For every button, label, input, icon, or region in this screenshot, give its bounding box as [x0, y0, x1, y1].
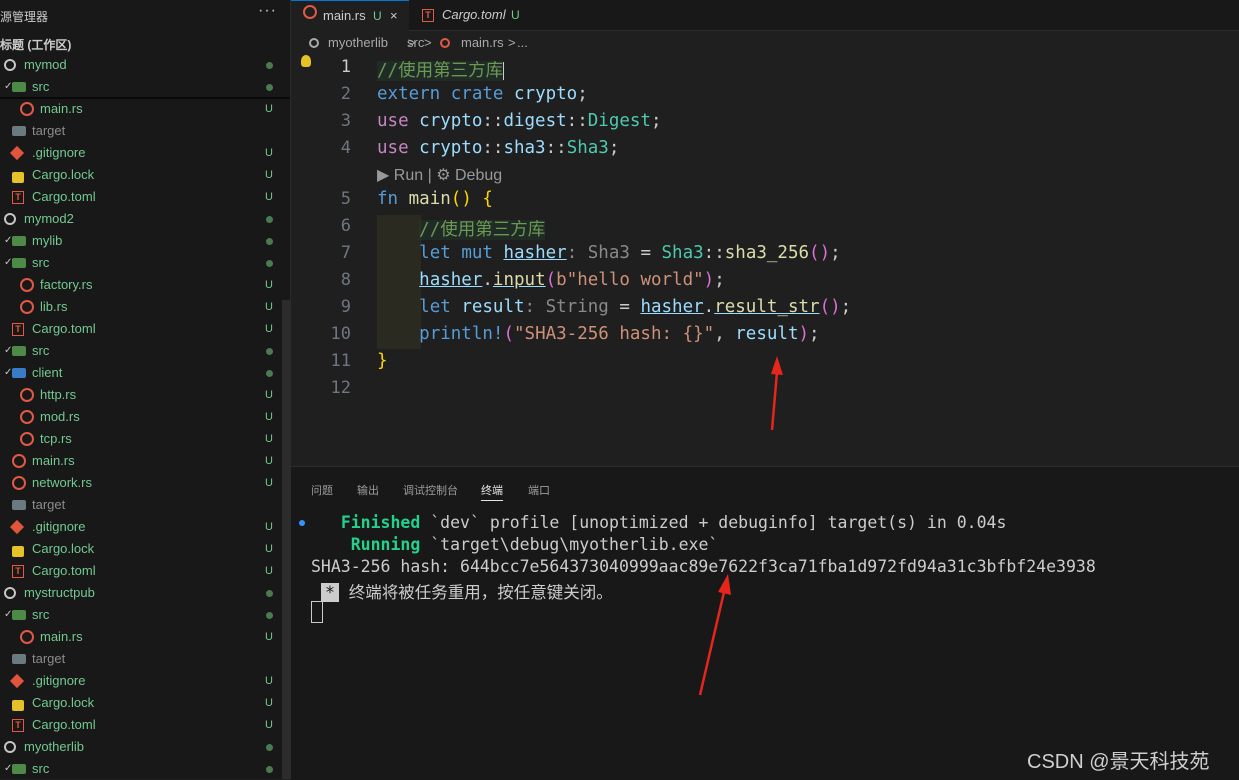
arrow-code — [770, 356, 783, 431]
watermark: CSDN @景天科技苑 — [1027, 751, 1210, 773]
annotation-arrows — [698, 356, 783, 696]
arrow-terminal — [698, 574, 731, 696]
